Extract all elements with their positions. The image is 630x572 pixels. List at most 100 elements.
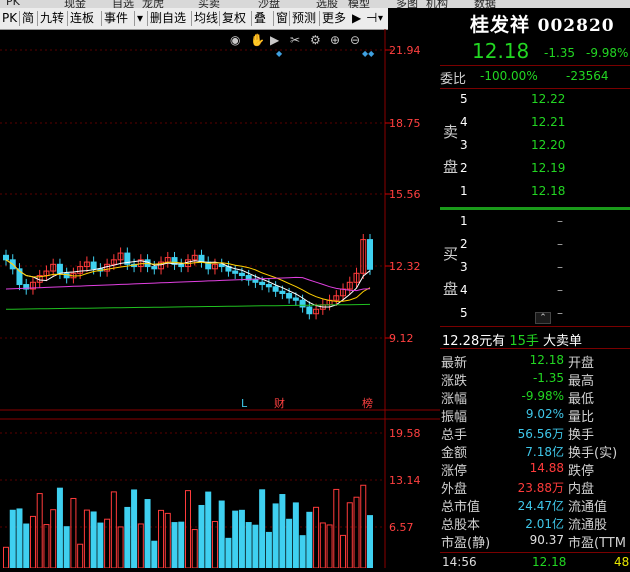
tick-time: 14:56 (442, 555, 477, 569)
toolbar-item-2[interactable]: 九转 (40, 10, 64, 27)
volume-bar (286, 518, 293, 569)
candle-body (151, 266, 158, 270)
top-strip-item[interactable]: 数据 (474, 0, 496, 8)
price-tick-label: 15.56 (389, 188, 421, 201)
volume-bar (346, 502, 353, 569)
toolbar-item-12[interactable]: 更多 (322, 10, 346, 27)
stat-value: 90.37 (529, 533, 564, 547)
volume-bar (83, 509, 90, 569)
volume-bar (164, 512, 171, 569)
toolbar-item-3[interactable]: 连板 (70, 10, 94, 27)
stat-label-right: 跌停 (568, 464, 595, 479)
top-strip-item[interactable]: 自选 (112, 0, 134, 8)
stat-label: 最新 (441, 356, 468, 371)
top-strip-item[interactable]: 现金 (64, 0, 86, 8)
bid-ask-divider (440, 207, 630, 210)
volume-bar (232, 510, 239, 569)
toolbar-separator (37, 11, 38, 26)
toolbar-item-9[interactable]: 叠 (254, 10, 266, 27)
buy-level: 1 (460, 214, 468, 228)
eye-icon[interactable]: ◉ (230, 33, 240, 47)
volume-bar (97, 522, 104, 569)
stat-label-right: 内盘 (568, 482, 595, 497)
volume-bar (50, 509, 57, 569)
play-icon[interactable]: ▶ (270, 33, 280, 47)
sell-level: 3 (460, 138, 468, 152)
toolbar-separator (147, 11, 148, 26)
stat-value: 12.18 (529, 353, 564, 367)
volume-bar (333, 488, 340, 569)
stat-label-right: 最低 (568, 392, 595, 407)
volume-bar (110, 491, 117, 569)
stat-label: 总手 (441, 428, 468, 443)
volume-bar (151, 540, 158, 569)
event-marker[interactable]: L (241, 397, 248, 410)
stat-value: -1.35 (532, 371, 564, 385)
stat-label: 金额 (441, 446, 468, 461)
stat-label-right: 换手 (568, 428, 595, 443)
volume-bar (211, 520, 218, 569)
stat-label: 外盘 (441, 482, 468, 497)
top-strip-item[interactable]: 买卖 (198, 0, 220, 8)
event-marker[interactable]: 财 (274, 396, 285, 410)
diamond-marker-icon: ◆◆ (362, 49, 375, 58)
candle-body (56, 263, 63, 274)
toolbar-item-4[interactable]: 事件 (104, 10, 128, 27)
toolbar-item-6[interactable]: 删自选 (150, 10, 186, 27)
sell-price: 12.21 (531, 115, 566, 129)
top-strip-item[interactable]: 机构 (426, 0, 448, 8)
toolbar-separator (219, 11, 220, 26)
quote-panel: 桂发祥 002820 12.18 -1.35 -9.98% 委比 -100.00… (440, 8, 630, 569)
top-strip-item[interactable]: 多图 (396, 0, 418, 8)
top-strip-item[interactable]: 模型 (348, 0, 370, 8)
toolbar-item-0[interactable]: PK (2, 10, 17, 27)
candle-body (252, 279, 259, 283)
volume-bar (225, 537, 232, 569)
buy-level: 3 (460, 260, 468, 274)
toolbar-item-1[interactable]: 简 (22, 10, 34, 27)
top-strip-item[interactable]: 选股 (316, 0, 338, 8)
gear-icon[interactable]: ⚙ (310, 33, 321, 47)
weibi-pct: -100.00% (480, 69, 538, 83)
volume-tick-label: 6.57 (389, 521, 414, 534)
volume-bar (319, 522, 326, 569)
toolbar-item-7[interactable]: 均线 (194, 10, 218, 27)
hand-icon[interactable]: ✋ (250, 33, 265, 47)
kline-chart[interactable]: 21.94 18.75 15.56 12.32 9.12 19.58 13.14 6.57 ◉ ✋… (0, 29, 440, 569)
dropdown-arrow-icon[interactable]: ▾ (137, 10, 143, 27)
scissors-icon[interactable]: ✂ (290, 33, 300, 47)
kline-svg: 21.94 18.75 15.56 12.32 9.12 19.58 13.14 6.57 ◉ ✋… (0, 29, 440, 569)
volume-bar (191, 529, 198, 569)
candle-body (292, 297, 299, 301)
event-marker[interactable]: 榜 (362, 396, 373, 410)
expand-arrow-icon[interactable]: ⌃ (535, 312, 551, 324)
price-tick-label: 12.32 (389, 260, 421, 273)
fullscreen-icon[interactable]: ⊣ (366, 10, 377, 27)
sell-level: 1 (460, 184, 468, 198)
stat-label-right: 最高 (568, 374, 595, 389)
volume-bar (178, 521, 185, 569)
price-tick-label: 21.94 (389, 44, 421, 57)
zoom-out-icon[interactable]: ⊖ (350, 33, 360, 47)
toolbar-item-8[interactable]: 复权 (222, 10, 246, 27)
toolbar-item-11[interactable]: 预测 (292, 10, 316, 27)
volume-bar (340, 534, 347, 569)
top-strip-item[interactable]: PK (6, 0, 20, 8)
buy-price: – (557, 237, 563, 251)
top-strip-item[interactable]: 龙虎 (142, 0, 164, 8)
toolbar-item-10[interactable]: 窗 (276, 10, 288, 27)
scroll-right-icon[interactable]: ▶ (352, 10, 361, 27)
order-note-tag: 大卖单 (543, 334, 583, 349)
zoom-in-icon[interactable]: ⊕ (330, 33, 340, 47)
buy-price: – (557, 260, 563, 274)
top-strip-item[interactable]: 沙盘 (258, 0, 280, 8)
toolbar-separator (134, 11, 135, 26)
volume-bar (131, 489, 138, 569)
volume-bar (36, 493, 43, 569)
stat-label-right: 流通值 (568, 500, 608, 515)
menu-arrow-icon[interactable]: ▾ (378, 10, 383, 27)
tick-volume: 48 (614, 555, 630, 569)
buy-label-1: 买 (443, 245, 459, 263)
stat-value: 9.02% (525, 407, 564, 421)
sell-level: 4 (460, 115, 468, 129)
